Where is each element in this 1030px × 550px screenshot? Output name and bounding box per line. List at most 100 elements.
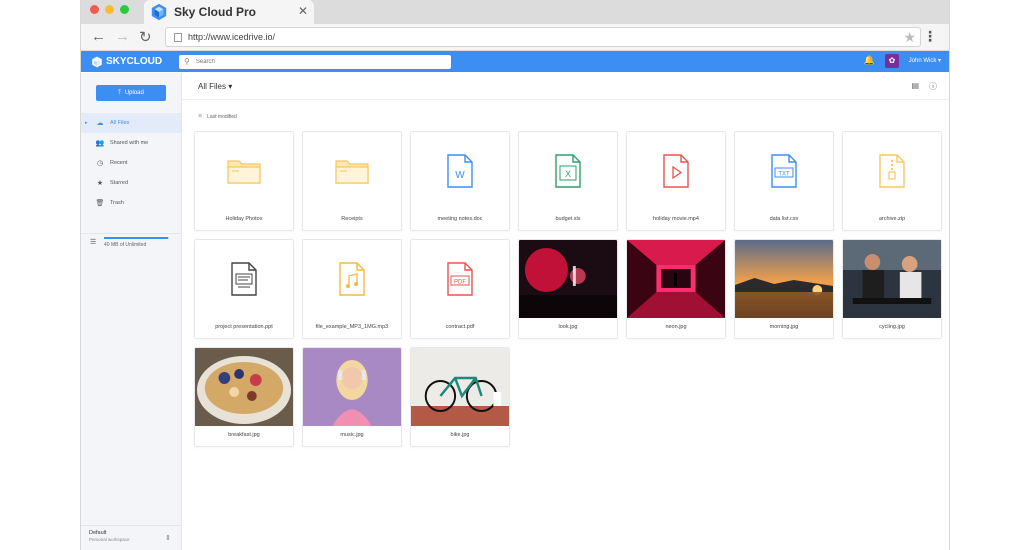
user-menu[interactable]: John Wick ▾ bbox=[909, 57, 941, 64]
maximize-window-button[interactable] bbox=[120, 5, 129, 14]
file-card[interactable]: project presentation.ppt bbox=[194, 239, 294, 339]
sidebar-nav: ▸ ☁ All Files 👥 Shared with me ◷ Recent … bbox=[81, 113, 181, 213]
grid-view-icon[interactable]: ▤ bbox=[911, 81, 919, 90]
sidebar-item-shared[interactable]: 👥 Shared with me bbox=[81, 133, 181, 153]
upload-button[interactable]: ⤒ Upload bbox=[96, 85, 166, 101]
file-name: data list.csv bbox=[769, 216, 799, 222]
file-card[interactable]: morning.jpg bbox=[734, 239, 834, 339]
file-name: Holiday Photos bbox=[225, 216, 263, 222]
storage-meter: ☰ 40 MB of Unlimited bbox=[81, 233, 181, 251]
file-card[interactable]: look.jpg bbox=[518, 239, 618, 339]
close-window-button[interactable] bbox=[90, 5, 99, 14]
skycloud-logo-icon bbox=[151, 3, 167, 21]
file-card[interactable]: X budget.xls bbox=[518, 131, 618, 231]
main-header: All Files ▾ ▤ ⓘ bbox=[182, 73, 949, 100]
file-card[interactable]: PDF contract.pdf bbox=[410, 239, 510, 339]
sidebar-item-label: Shared with me bbox=[110, 140, 149, 146]
url-field[interactable]: http://www.icedrive.io/ ★ bbox=[165, 27, 921, 47]
sidebar-item-recent[interactable]: ◷ Recent bbox=[81, 153, 181, 173]
storage-text: 40 MB of Unlimited bbox=[104, 242, 147, 248]
file-name: breakfast.jpg bbox=[228, 432, 260, 438]
sidebar-item-label: Recent bbox=[110, 160, 128, 166]
image-thumbnail bbox=[411, 348, 509, 426]
file-card[interactable]: breakfast.jpg bbox=[194, 347, 294, 447]
file-card[interactable]: neon.jpg bbox=[626, 239, 726, 339]
search-icon: ⚲ bbox=[184, 57, 190, 66]
image-thumbnail bbox=[843, 240, 941, 318]
sort-label: Last modified bbox=[207, 113, 237, 120]
file-name: project presentation.ppt bbox=[215, 324, 273, 330]
expand-caret-icon[interactable]: ▸ bbox=[85, 120, 88, 126]
file-name: archive.zip bbox=[878, 216, 906, 222]
file-name: music.jpg bbox=[340, 432, 364, 438]
image-thumbnail bbox=[303, 348, 401, 426]
minimize-window-button[interactable] bbox=[105, 5, 114, 14]
sidebar-item-label: Trash bbox=[110, 200, 124, 206]
image-thumbnail bbox=[519, 240, 617, 318]
file-card[interactable]: TXT data list.csv bbox=[734, 131, 834, 231]
file-name: meeting notes.doc bbox=[437, 216, 483, 222]
sidebar: ⤒ Upload ▸ ☁ All Files 👥 Shared with me … bbox=[81, 73, 182, 550]
address-bar: ← → ↻ http://www.icedrive.io/ ★ ⋮ bbox=[81, 24, 949, 51]
tab-title: Sky Cloud Pro bbox=[174, 5, 257, 19]
folder-file-icon bbox=[303, 132, 401, 210]
file-card[interactable]: Receipts bbox=[302, 131, 402, 231]
audio-file-icon bbox=[303, 240, 401, 318]
file-card[interactable]: archive.zip bbox=[842, 131, 942, 231]
trash-icon: 🗑 bbox=[95, 200, 105, 207]
file-name: Receipts bbox=[341, 216, 363, 222]
upload-icon: ⤒ bbox=[118, 89, 121, 96]
brand-logo[interactable]: SKYCLOUD bbox=[91, 56, 179, 68]
browser-tab[interactable]: Sky Cloud Pro ✕ bbox=[144, 0, 314, 24]
doc-file-icon: W bbox=[411, 132, 509, 210]
file-name: holiday movie.mp4 bbox=[653, 216, 699, 222]
sidebar-item-starred[interactable]: ★ Starred bbox=[81, 173, 181, 193]
reload-icon[interactable]: ↻ bbox=[139, 28, 152, 46]
forward-arrow-icon[interactable]: → bbox=[115, 28, 130, 45]
file-card[interactable]: music.jpg bbox=[302, 347, 402, 447]
sidebar-item-trash[interactable]: 🗑 Trash bbox=[81, 193, 181, 213]
search-box[interactable]: ⚲ bbox=[179, 54, 451, 69]
xls-file-icon: X bbox=[519, 132, 617, 210]
storage-icon: ☰ bbox=[90, 239, 97, 246]
file-name: look.jpg bbox=[558, 324, 578, 330]
info-icon[interactable]: ⓘ bbox=[929, 81, 937, 92]
file-card[interactable]: holiday movie.mp4 bbox=[626, 131, 726, 231]
sidebar-item-all-files[interactable]: ▸ ☁ All Files bbox=[81, 113, 181, 133]
title-bar: Sky Cloud Pro ✕ bbox=[81, 0, 949, 24]
bell-icon[interactable]: 🔔 bbox=[864, 55, 875, 66]
file-card[interactable]: W meeting notes.doc bbox=[410, 131, 510, 231]
file-name: neon.jpg bbox=[665, 324, 687, 330]
file-card[interactable]: cycling.jpg bbox=[842, 239, 942, 339]
file-card[interactable]: file_example_MP3_1MG.mp3 bbox=[302, 239, 402, 339]
ppt-file-icon bbox=[195, 240, 293, 318]
workspace-switcher[interactable]: Default Personal workspace ⇕ bbox=[81, 525, 181, 546]
search-input[interactable] bbox=[195, 58, 436, 65]
browser-menu-icon[interactable]: ⋮ bbox=[923, 28, 937, 45]
video-file-icon bbox=[627, 132, 725, 210]
brand-name: SKYCLOUD bbox=[106, 56, 163, 67]
back-arrow-icon[interactable]: ← bbox=[91, 28, 106, 45]
sidebar-item-label: All Files bbox=[110, 120, 130, 126]
chevron-updown-icon[interactable]: ⇕ bbox=[165, 534, 171, 542]
upload-label: Upload bbox=[124, 90, 144, 96]
avatar[interactable]: ✿ bbox=[885, 54, 899, 68]
browser-window: Sky Cloud Pro ✕ ← → ↻ http://www.icedriv… bbox=[80, 0, 950, 550]
app-header: SKYCLOUD ⚲ 🔔 ✿ John Wick ▾ bbox=[81, 51, 949, 72]
sort-icon: ≡ bbox=[198, 113, 203, 120]
cube-logo-icon bbox=[92, 56, 102, 67]
close-tab-icon[interactable]: ✕ bbox=[298, 4, 308, 18]
url-text: http://www.icedrive.io/ bbox=[188, 32, 276, 42]
image-thumbnail bbox=[735, 240, 833, 318]
file-card[interactable]: Holiday Photos bbox=[194, 131, 294, 231]
file-name: budget.xls bbox=[555, 216, 581, 222]
sidebar-item-label: Starred bbox=[110, 180, 129, 186]
clock-icon: ◷ bbox=[96, 160, 104, 167]
bookmark-star-icon[interactable]: ★ bbox=[903, 29, 916, 46]
image-thumbnail bbox=[627, 240, 725, 318]
file-card[interactable]: bike.jpg bbox=[410, 347, 510, 447]
file-name: contract.pdf bbox=[445, 324, 475, 330]
breadcrumb[interactable]: All Files ▾ bbox=[198, 82, 232, 91]
star-icon: ★ bbox=[96, 180, 104, 187]
sort-control[interactable]: ≡ Last modified bbox=[198, 113, 237, 120]
